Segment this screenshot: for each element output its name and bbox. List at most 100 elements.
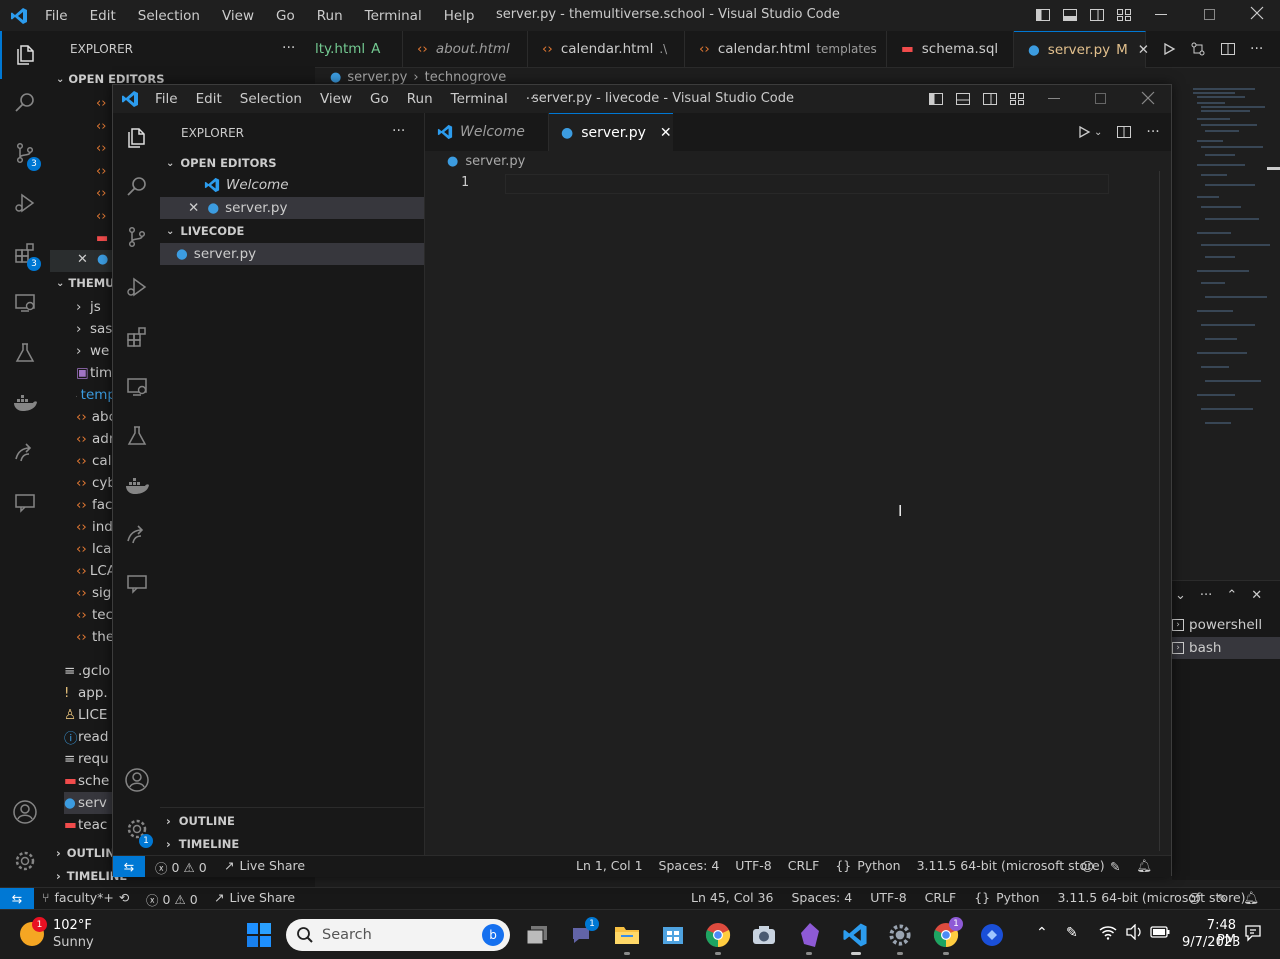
bg-status-eol[interactable]: CRLF <box>925 890 957 905</box>
bg-tab-schema[interactable]: ▬ schema.sql <box>887 30 1014 68</box>
remote-explorer-icon[interactable] <box>113 363 160 411</box>
chrome-profile-icon[interactable]: 1 <box>931 917 963 950</box>
docker-icon[interactable] <box>0 379 50 427</box>
tree-folder-js[interactable]: › js <box>76 296 116 318</box>
toggle-secondary-sidebar-icon[interactable] <box>1089 7 1105 23</box>
toggle-sidebar-icon[interactable] <box>928 91 944 107</box>
run-file-icon[interactable] <box>1162 42 1176 56</box>
feedback-icon[interactable]: ✎ <box>1110 859 1120 874</box>
bg-status-live-share[interactable]: ↗ Live Share <box>214 890 295 905</box>
weather-temp[interactable]: 102°F <box>53 918 92 933</box>
notifications-bell-icon[interactable]: 🔔︎ <box>1244 890 1260 906</box>
chevron-down-icon[interactable]: ⌄ <box>1175 588 1186 603</box>
fg-status-position[interactable]: Ln 1, Col 1 <box>576 858 643 873</box>
camera-icon[interactable] <box>749 920 779 950</box>
bg-menu-go[interactable]: Go <box>276 8 295 24</box>
show-hidden-icons-chevron-icon[interactable]: ⌃ <box>1036 925 1048 941</box>
copilot-icon[interactable]: ☺ <box>1188 891 1201 906</box>
bg-status-branch[interactable]: ⑂ faculty*+ ⟲ <box>42 890 129 905</box>
tree-file-lcai[interactable]: ‹› lcai <box>76 538 116 560</box>
tree-file-readme[interactable]: ⓘ read <box>64 726 116 748</box>
tree-file-gcloud[interactable]: ≡ .gclo <box>64 660 116 682</box>
comments-icon[interactable] <box>0 479 50 527</box>
bg-menu-run[interactable]: Run <box>317 8 343 24</box>
fg-livecode-header[interactable]: ⌄ LIVECODE <box>166 224 244 238</box>
fg-tab-server-active[interactable]: ● server.py ✕ <box>549 113 673 151</box>
wifi-icon[interactable] <box>1099 924 1117 940</box>
settings-app-icon[interactable] <box>885 920 915 950</box>
tree-file-cyber[interactable]: ‹› cyb <box>76 472 116 494</box>
fg-explorer-more-icon[interactable]: ··· <box>392 123 405 139</box>
tree-file-index[interactable]: ‹› ind <box>76 516 116 538</box>
bg-menu-view[interactable]: View <box>222 8 254 24</box>
run-debug-icon[interactable] <box>0 179 50 227</box>
tree-file-requirements[interactable]: ≡ requ <box>64 748 116 770</box>
bg-status-language[interactable]: {} Python <box>974 890 1039 905</box>
chrome-icon[interactable] <box>703 920 733 950</box>
fg-menu-view[interactable]: View <box>320 91 352 107</box>
bg-menu-edit[interactable]: Edit <box>90 8 116 24</box>
remote-indicator-icon[interactable]: ⇆ <box>0 888 34 909</box>
code-editor-body[interactable] <box>505 195 1155 855</box>
maximize-panel-icon[interactable]: ⌃ <box>1226 588 1237 603</box>
run-debug-icon[interactable] <box>113 263 160 311</box>
tree-file-lca[interactable]: ‹› LCA <box>76 560 116 582</box>
toggle-panel-icon[interactable] <box>955 91 971 107</box>
volume-icon[interactable] <box>1125 924 1143 940</box>
toggle-sidebar-icon[interactable] <box>1035 7 1051 23</box>
live-share-icon[interactable] <box>0 429 50 477</box>
toggle-panel-icon[interactable] <box>1062 7 1078 23</box>
notifications-bell-icon[interactable]: 🔔︎ <box>1137 858 1153 874</box>
fg-open-editor-welcome[interactable]: Welcome <box>160 174 424 196</box>
tree-folder-templates[interactable]: ⌄temp <box>76 384 116 406</box>
tree-file-schema[interactable]: ▬ sche <box>64 770 116 792</box>
source-control-icon[interactable]: 3 <box>0 129 50 177</box>
remote-explorer-icon[interactable] <box>0 279 50 327</box>
file-explorer-icon[interactable] <box>612 920 642 950</box>
fg-tab-welcome[interactable]: Welcome <box>425 113 549 151</box>
tree-file-tim[interactable]: ▣ tim <box>76 362 116 384</box>
bg-tab-calendar[interactable]: ‹› calendar.html .\ <box>528 30 685 68</box>
close-panel-icon[interactable]: ✕ <box>1251 588 1262 603</box>
bg-status-problems[interactable]: ⓧ 0 ⚠ 0 <box>146 890 198 909</box>
tree-folder-web[interactable]: › we <box>76 340 116 362</box>
fg-status-language[interactable]: {} Python <box>835 858 900 873</box>
bg-minimap[interactable] <box>1175 85 1280 585</box>
fg-status-spaces[interactable]: Spaces: 4 <box>659 858 720 873</box>
explorer-icon[interactable] <box>113 114 160 162</box>
bg-project-header[interactable]: ⌄ THEMU <box>56 276 115 290</box>
bg-menu-terminal[interactable]: Terminal <box>365 8 422 24</box>
obsidian-icon[interactable] <box>795 920 825 950</box>
close-icon[interactable]: ✕ <box>660 125 672 141</box>
app-blue-icon[interactable] <box>977 920 1007 950</box>
search-icon[interactable] <box>113 163 160 211</box>
fg-outline-header[interactable]: › OUTLINE <box>166 814 235 828</box>
fg-menu-file[interactable]: File <box>155 91 178 107</box>
copilot-icon[interactable]: ☺ <box>1081 859 1094 874</box>
bg-outline-header[interactable]: › OUTLIN <box>56 846 115 860</box>
fg-status-eol[interactable]: CRLF <box>788 858 820 873</box>
bg-menu-file[interactable]: File <box>45 8 68 24</box>
more-actions-icon[interactable]: ··· <box>1250 41 1263 57</box>
split-editor-icon[interactable] <box>1220 41 1236 57</box>
tree-file-faculty[interactable]: ‹› fac <box>76 494 116 516</box>
run-file-icon[interactable]: ⌄ <box>1077 125 1102 139</box>
extensions-icon[interactable] <box>113 313 160 361</box>
fg-open-editors-header[interactable]: ⌄ OPEN EDITORS <box>166 156 277 170</box>
fg-status-live-share[interactable]: ↗ Live Share <box>224 858 305 873</box>
fg-close-icon[interactable] <box>1141 91 1155 105</box>
clock-date[interactable]: 9/7/2023 <box>1182 935 1240 950</box>
close-icon[interactable]: ✕ <box>1138 42 1149 58</box>
fg-maximize-icon[interactable] <box>1095 93 1106 104</box>
testing-icon[interactable] <box>0 329 50 377</box>
tree-file-server[interactable]: ● serv <box>64 792 116 814</box>
teams-chat-icon[interactable]: 1 <box>567 917 599 950</box>
tree-file-teachers[interactable]: ▬ teac <box>64 814 116 836</box>
search-icon[interactable] <box>0 79 50 127</box>
fg-breadcrumb[interactable]: ● server.py <box>447 154 525 169</box>
terminal-item-powershell[interactable]: › powershell <box>1172 614 1280 636</box>
tree-file-license[interactable]: ♙ LICE <box>64 704 116 726</box>
tree-folder-sass[interactable]: › sas <box>76 318 116 340</box>
bg-tab-calendar-templates[interactable]: ‹› calendar.html templates <box>685 30 887 68</box>
live-share-icon[interactable] <box>113 511 160 559</box>
